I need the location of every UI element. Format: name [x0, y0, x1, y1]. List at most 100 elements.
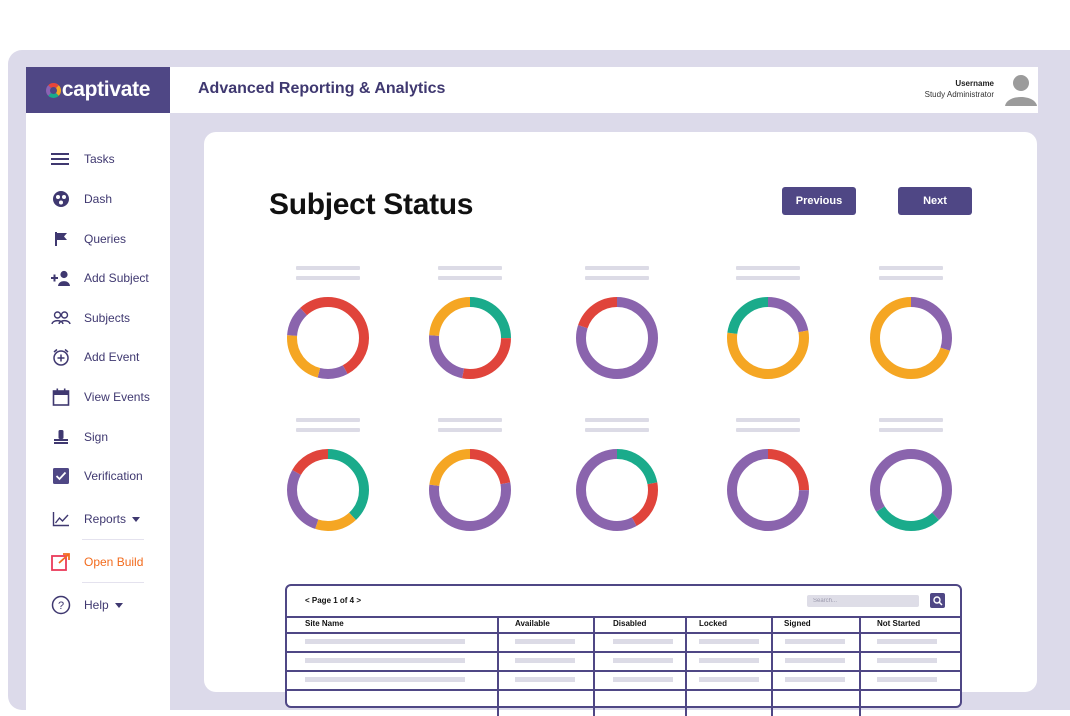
flag-icon [50, 229, 72, 249]
sidebar-item-verification[interactable]: Verification [26, 461, 170, 491]
sidebar-item-label: Help [84, 598, 123, 612]
help-icon: ? [50, 595, 72, 615]
donut-chart[interactable] [867, 294, 955, 382]
label-placeholder [736, 276, 800, 280]
sidebar-item-label: Sign [84, 430, 109, 444]
cell-placeholder [877, 677, 937, 682]
sidebar-item-dash[interactable]: Dash [26, 184, 170, 214]
brand-logo[interactable]: captivate [26, 67, 170, 113]
sidebar: Tasks Dash Queries Add Subject Subjects … [26, 113, 170, 713]
sidebar-item-add-event[interactable]: Add Event [26, 342, 170, 372]
add-event-icon [50, 347, 72, 367]
status-donut [723, 266, 813, 382]
column-header-not-started[interactable]: Not Started [867, 616, 960, 632]
sidebar-item-tasks[interactable]: Tasks [26, 144, 170, 174]
donut-chart[interactable] [573, 294, 661, 382]
label-placeholder [296, 418, 360, 422]
sidebar-item-label: Verification [84, 469, 143, 483]
cell-placeholder [699, 639, 759, 644]
status-donut [425, 418, 515, 534]
column-header-signed[interactable]: Signed [774, 616, 860, 632]
donut-chart[interactable] [724, 294, 812, 382]
sidebar-item-label: Queries [84, 232, 127, 246]
user-avatar-icon[interactable] [1004, 74, 1038, 106]
table-toolbar: < Page 1 of 4 > [287, 586, 960, 618]
label-placeholder [879, 266, 943, 270]
column-header-locked[interactable]: Locked [689, 616, 775, 632]
sidebar-item-reports[interactable]: Reports [26, 504, 170, 534]
donut-chart[interactable] [573, 446, 661, 534]
cell-placeholder [699, 658, 759, 663]
cell-placeholder [613, 639, 673, 644]
cell-placeholder [785, 639, 845, 644]
column-header-available[interactable]: Available [505, 616, 601, 632]
page-title: Subject Status [269, 188, 474, 221]
next-button[interactable]: Next [898, 187, 972, 215]
sidebar-item-add-subject[interactable]: Add Subject [26, 263, 170, 293]
label-placeholder [438, 276, 502, 280]
label-placeholder [585, 428, 649, 432]
table-row[interactable] [287, 634, 960, 653]
subject-status-card: Subject Status Previous Next < Page 1 of… [204, 132, 1037, 716]
sign-icon [50, 427, 72, 447]
status-donut [425, 266, 515, 382]
top-bar: Advanced Reporting & Analytics Username … [170, 67, 1038, 113]
table-row[interactable] [287, 653, 960, 672]
cell-placeholder [877, 639, 937, 644]
cell-placeholder [699, 677, 759, 682]
pagination[interactable]: < Page 1 of 4 > [305, 596, 361, 605]
label-placeholder [736, 266, 800, 270]
menu-lines-icon [50, 149, 72, 169]
search-input[interactable] [807, 595, 919, 607]
search-icon [932, 595, 943, 606]
brand-name: captivate [45, 78, 150, 102]
status-donut [283, 418, 373, 534]
label-placeholder [438, 428, 502, 432]
cell-placeholder [785, 658, 845, 663]
chevron-down-icon [114, 603, 123, 608]
previous-button[interactable]: Previous [782, 187, 856, 215]
calendar-icon [50, 387, 72, 407]
sidebar-item-subjects[interactable]: Subjects [26, 303, 170, 333]
label-placeholder [585, 276, 649, 280]
column-header-site-name[interactable]: Site Name [295, 616, 495, 632]
status-donut [723, 418, 813, 534]
status-donut [866, 266, 956, 382]
status-donut [866, 418, 956, 534]
user-name[interactable]: Username [955, 79, 994, 88]
external-link-icon [50, 552, 72, 572]
search-button[interactable] [930, 593, 945, 608]
cell-placeholder [785, 677, 845, 682]
user-role: Study Administrator [924, 90, 994, 99]
donut-chart[interactable] [284, 294, 372, 382]
sidebar-item-view-events[interactable]: View Events [26, 382, 170, 412]
label-placeholder [879, 276, 943, 280]
sidebar-item-queries[interactable]: Queries [26, 224, 170, 254]
donut-chart[interactable] [426, 294, 514, 382]
label-placeholder [296, 276, 360, 280]
sidebar-item-label: Tasks [84, 152, 115, 166]
status-donut [283, 266, 373, 382]
status-donut [572, 266, 662, 382]
users-icon [50, 308, 72, 328]
sidebar-item-label: Reports [84, 512, 141, 526]
donut-chart[interactable] [284, 446, 372, 534]
chevron-down-icon [132, 517, 141, 522]
add-user-icon [50, 268, 72, 288]
table-row[interactable] [287, 672, 960, 691]
app-title: Advanced Reporting & Analytics [198, 80, 446, 97]
column-header-disabled[interactable]: Disabled [603, 616, 695, 632]
status-table: < Page 1 of 4 > Site Name Available Disa… [285, 584, 962, 716]
line-chart-icon [50, 509, 72, 529]
sidebar-item-help[interactable]: ? Help [26, 590, 170, 620]
label-placeholder [296, 266, 360, 270]
sidebar-item-sign[interactable]: Sign [26, 422, 170, 452]
divider [82, 539, 144, 540]
sidebar-item-open-build[interactable]: Open Build [26, 547, 170, 577]
donut-chart[interactable] [867, 446, 955, 534]
donut-chart[interactable] [724, 446, 812, 534]
reports-label-text: Reports [84, 512, 127, 526]
label-placeholder [585, 266, 649, 270]
donut-chart[interactable] [426, 446, 514, 534]
help-label-text: Help [84, 598, 109, 612]
